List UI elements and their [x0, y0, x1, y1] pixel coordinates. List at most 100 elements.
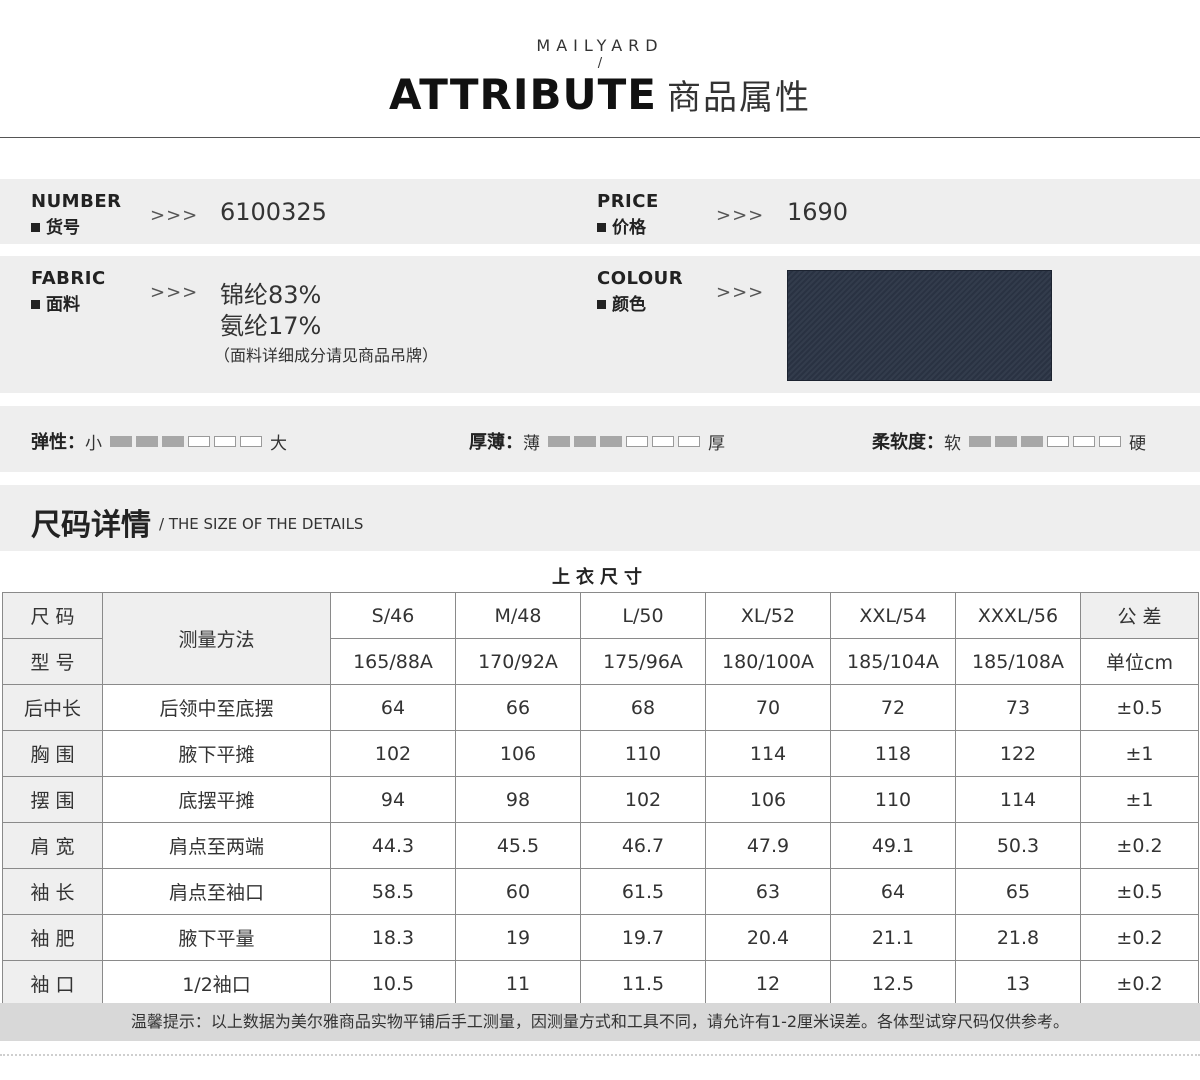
rating-box: [1047, 435, 1069, 447]
measure-value: 114: [955, 776, 1081, 823]
measure-name: 袖 长: [2, 868, 103, 915]
measure-tolerance: ±0.5: [1080, 868, 1199, 915]
page-title: ATTRIBUTE 商品属性: [0, 70, 1200, 119]
table-row: 后中长 后领中至底摆 64 66 68 70 72 73 ±0.5: [2, 684, 1199, 731]
measure-value: 45.5: [455, 822, 581, 869]
rating-box: [626, 435, 648, 447]
rating-box: [574, 435, 596, 447]
measure-value: 66: [455, 684, 581, 731]
brand-name: MAILYARD: [536, 36, 664, 55]
price-label-cn: 价格: [597, 213, 646, 238]
fabric-arrows: >>>: [150, 282, 199, 303]
measure-value: 106: [705, 776, 831, 823]
table-header-row-size: 尺 码测量方法 S/46 M/48 L/50 XL/52 XXL/54 XXXL/56 公 差: [2, 592, 1199, 685]
measure-value: 122: [955, 730, 1081, 777]
size-label: M/48: [455, 592, 581, 639]
size-label: XL/52: [705, 592, 831, 639]
dotted-divider: [0, 1054, 1200, 1056]
measure-value: 49.1: [830, 822, 956, 869]
rating-box: [136, 435, 158, 447]
size-label: XXXL/56: [955, 592, 1081, 639]
rating-box: [969, 435, 991, 447]
rating-label: 弹性：: [31, 432, 85, 453]
colour-swatch: [787, 270, 1052, 381]
rating-box: [214, 435, 236, 447]
measure-tolerance: ±0.2: [1080, 822, 1199, 869]
measure-value: 70: [705, 684, 831, 731]
table-row: 摆 围底摆平摊 94 98 102 106 110 114 ±1: [2, 776, 1199, 823]
measure-value: 12.5: [830, 960, 956, 1007]
measure-method: 底摆平摊: [102, 776, 331, 823]
size-section-subtitle: / THE SIZE OF THE DETAILS: [159, 515, 364, 533]
header-model: 型 号: [2, 638, 103, 685]
measure-method: 肩点至两端: [102, 822, 331, 869]
measure-value: 10.5: [330, 960, 456, 1007]
measure-value: 12: [705, 960, 831, 1007]
measure-value: 61.5: [580, 868, 706, 915]
rating-high-label: 大: [270, 433, 287, 454]
rating-box: [162, 435, 184, 447]
measure-value: 19: [455, 914, 581, 961]
fabric-label-cn: 面料: [31, 290, 80, 315]
rating-1: 厚薄：薄 厚: [469, 428, 725, 454]
colour-arrows: >>>: [716, 282, 765, 303]
price-label-en: PRICE: [597, 191, 659, 212]
fabric-label-en: FABRIC: [31, 268, 106, 289]
measure-value: 98: [455, 776, 581, 823]
measure-name: 胸 围: [2, 730, 103, 777]
table-row: 袖 口 1/2袖口 10.5 11 11.5 12 12.5 13 ±0.2: [2, 960, 1199, 1007]
number-label-cn: 货号: [31, 213, 80, 238]
model-label: 185/108A: [955, 638, 1081, 685]
rating-box: [110, 435, 132, 447]
measure-value: 65: [955, 868, 1081, 915]
price-arrows: >>>: [716, 205, 765, 226]
measure-value: 50.3: [955, 822, 1081, 869]
header-divider: [0, 137, 1200, 138]
table-row: 胸 围腋下平摊 102 106 110 114 118 122 ±1: [2, 730, 1199, 777]
header-tolerance: 公 差: [1080, 592, 1199, 639]
measure-value: 11.5: [580, 960, 706, 1007]
measure-value: 18.3: [330, 914, 456, 961]
warm-tip: 温馨提示：以上数据为美尔雅商品实物平铺后手工测量，因测量方式和工具不同，请允许有…: [0, 1003, 1200, 1041]
model-label: 175/96A: [580, 638, 706, 685]
measure-value: 11: [455, 960, 581, 1007]
measure-value: 21.1: [830, 914, 956, 961]
measure-value: 21.8: [955, 914, 1081, 961]
rating-high-label: 硬: [1129, 433, 1146, 454]
measure-method: 腋下平量: [102, 914, 331, 961]
title-chinese: 商品属性: [666, 78, 811, 118]
rating-2: 柔软度：软 硬: [872, 428, 1146, 454]
measure-value: 73: [955, 684, 1081, 731]
rating-box: [995, 435, 1017, 447]
measure-method: 腋下平摊: [102, 730, 331, 777]
measure-value: 102: [330, 730, 456, 777]
measure-value: 64: [830, 868, 956, 915]
fabric-note: （面料详细成分请见商品吊牌）: [214, 346, 439, 365]
measure-value: 20.4: [705, 914, 831, 961]
measure-tolerance: ±0.2: [1080, 914, 1199, 961]
measure-value: 46.7: [580, 822, 706, 869]
rating-box: [548, 435, 570, 447]
table-row: 袖 长肩点至袖口 58.5 60 61.5 63 64 65 ±0.5: [2, 868, 1199, 915]
rating-box: [600, 435, 622, 447]
colour-label-en: COLOUR: [597, 268, 684, 289]
measure-tolerance: ±0.5: [1080, 684, 1199, 731]
size-section-title: 尺码详情: [31, 508, 151, 543]
size-label: L/50: [580, 592, 706, 639]
rating-low-label: 薄: [523, 433, 540, 454]
measure-tolerance: ±1: [1080, 776, 1199, 823]
fabric-composition-2: 氨纶17%: [220, 312, 322, 340]
measure-value: 102: [580, 776, 706, 823]
table-row: 袖 肥腋下平量 18.3 19 19.7 20.4 21.1 21.8 ±0.2: [2, 914, 1199, 961]
price-value: 1690: [787, 198, 849, 226]
header-unit: 单位cm: [1080, 638, 1199, 685]
measure-value: 63: [705, 868, 831, 915]
measure-value: 118: [830, 730, 956, 777]
rating-box: [678, 435, 700, 447]
measure-tolerance: ±0.2: [1080, 960, 1199, 1007]
table-row: 肩 宽肩点至两端 44.3 45.5 46.7 47.9 49.1 50.3 ±0.2: [2, 822, 1199, 869]
rating-box: [1021, 435, 1043, 447]
size-table: 尺 码测量方法 S/46 M/48 L/50 XL/52 XXL/54 XXXL/56 公 差…: [2, 592, 1199, 1007]
measure-name: 后中长: [2, 684, 103, 731]
brand-slash: /: [597, 56, 603, 71]
